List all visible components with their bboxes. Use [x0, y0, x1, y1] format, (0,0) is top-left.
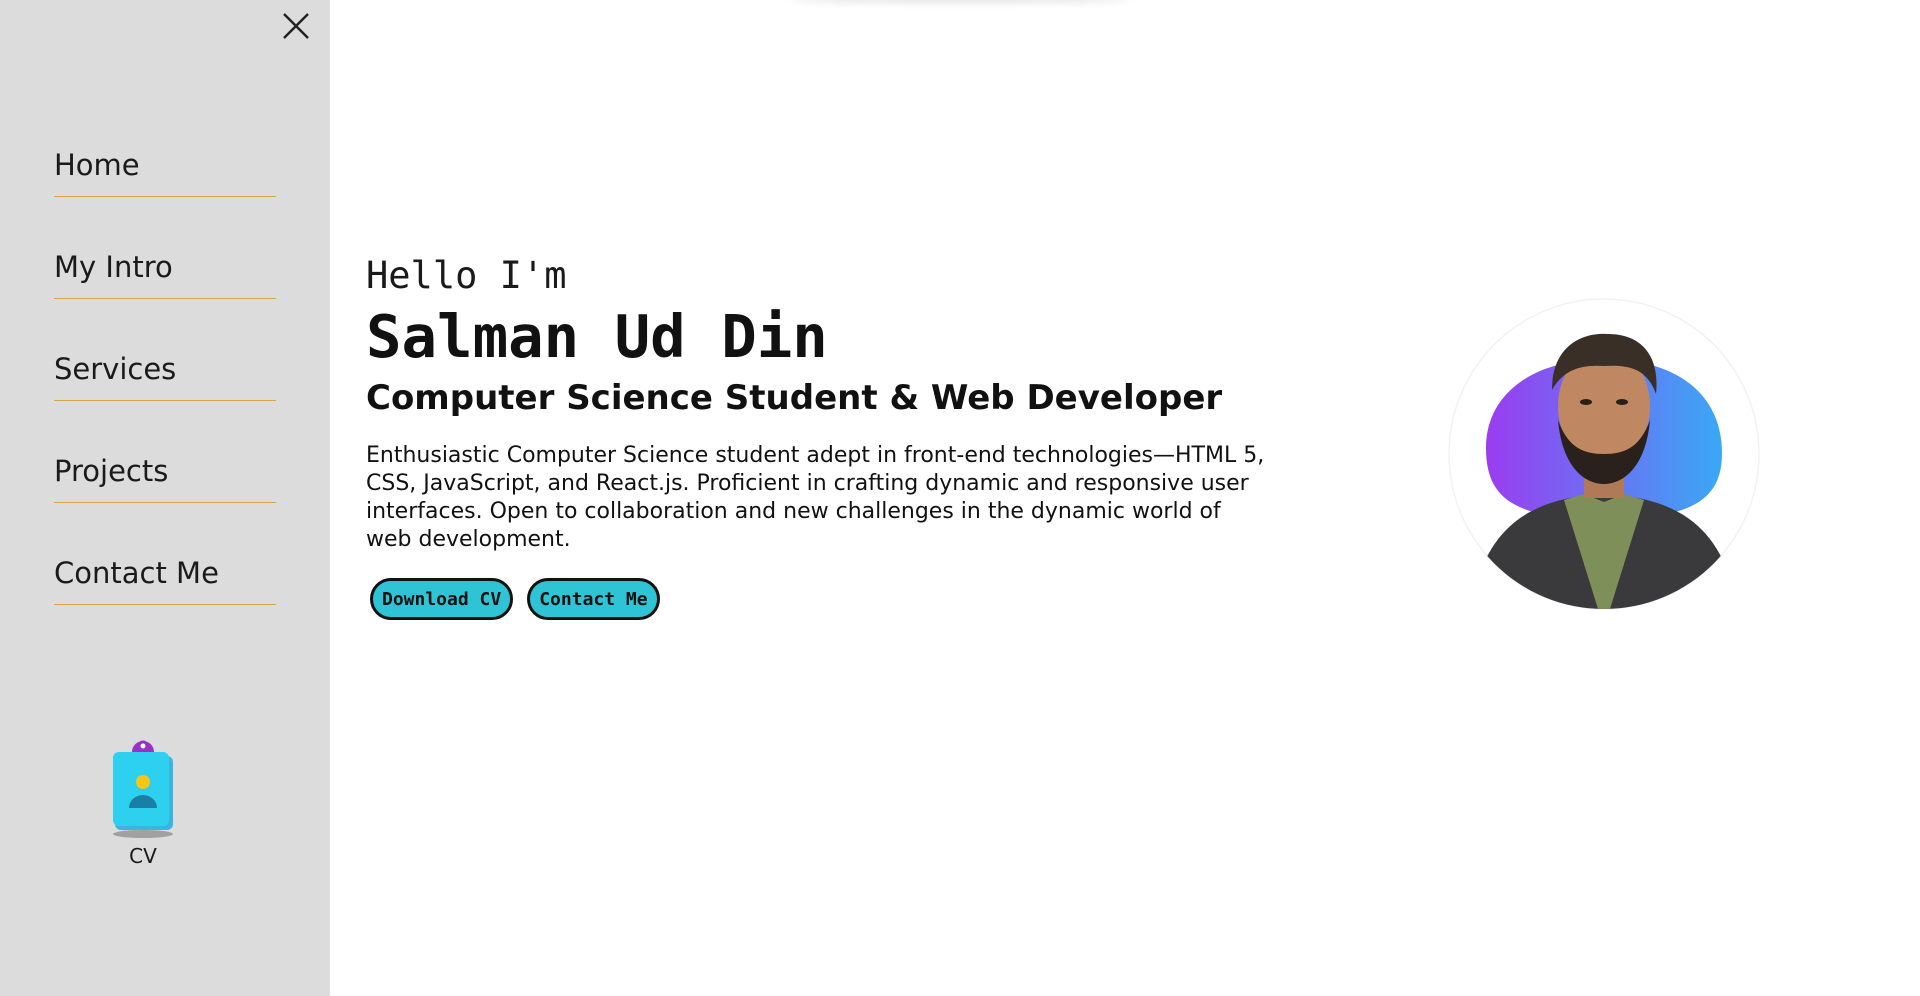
profile-photo: [1448, 298, 1760, 610]
sidebar-item-my-intro[interactable]: My Intro: [54, 250, 276, 299]
greeting: Hello I'm: [366, 254, 567, 297]
close-icon[interactable]: [280, 10, 312, 42]
cv-label: CV: [129, 844, 157, 868]
hero-section: Hello I'm Salman Ud Din Computer Science…: [366, 254, 1266, 620]
hero-buttons: Download CV Contact Me: [366, 578, 1266, 620]
cv-link[interactable]: CV: [108, 738, 178, 868]
hero-role: Computer Science Student & Web Developer: [366, 378, 1223, 418]
hero-name: Salman Ud Din: [366, 302, 828, 371]
sidebar: Home My Intro Services Projects Contact …: [0, 0, 330, 996]
hero-bio: Enthusiastic Computer Science student ad…: [366, 443, 1265, 552]
sidebar-item-contact-me[interactable]: Contact Me: [54, 556, 276, 605]
sidebar-item-projects[interactable]: Projects: [54, 454, 276, 503]
contact-me-button[interactable]: Contact Me: [527, 578, 660, 620]
download-cv-button[interactable]: Download CV: [370, 578, 514, 620]
sidebar-nav: Home My Intro Services Projects Contact …: [54, 148, 276, 658]
sidebar-item-home[interactable]: Home: [54, 148, 276, 197]
id-badge-icon: [113, 740, 173, 838]
sidebar-item-services[interactable]: Services: [54, 352, 276, 401]
